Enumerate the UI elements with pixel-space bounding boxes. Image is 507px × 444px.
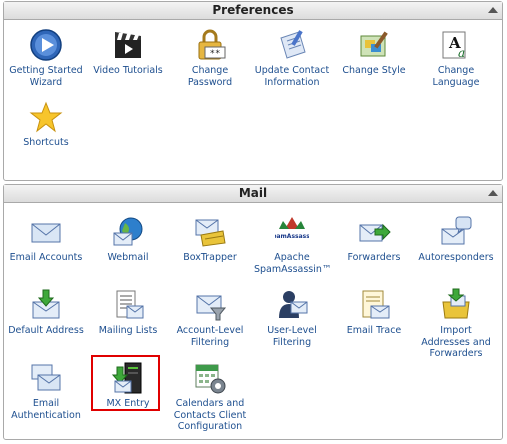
collapse-arrow-icon[interactable] [488, 7, 498, 13]
star-icon [29, 101, 63, 133]
video-tutorials-item[interactable]: Video Tutorials [90, 28, 166, 77]
padlock-password-icon: ** [198, 29, 226, 60]
envelope-reply-icon [441, 216, 472, 245]
autoresponders-item[interactable]: Autoresponders [418, 215, 494, 264]
default-address-item[interactable]: Default Address [8, 288, 84, 337]
preferences-panel: Preferences Getting Started Wizard Video… [3, 1, 503, 181]
email-trace-item[interactable]: Email Trace [336, 288, 412, 337]
envelope-filter-icon [196, 295, 227, 321]
mail-panel: Mail Email Accounts Webmail BoxTrapper a… [3, 184, 503, 440]
calendars-contacts-item[interactable]: Calendars and Contacts Client Configurat… [172, 361, 248, 433]
change-style-item[interactable]: Change Style [336, 28, 412, 77]
svg-text:**: ** [210, 49, 221, 59]
forwarders-item[interactable]: Forwarders [336, 215, 412, 264]
import-box-icon [442, 288, 470, 319]
getting-started-wizard-item[interactable]: Getting Started Wizard [8, 28, 84, 88]
envelope-download-icon [32, 289, 60, 319]
boxtrapper-item[interactable]: BoxTrapper [172, 215, 248, 264]
language-letters-icon: A a [442, 31, 466, 60]
apache-spamassassin-item[interactable]: SpamAssassin Apache SpamAssassin™ [254, 215, 331, 275]
envelope-icon [31, 223, 61, 243]
envelope-trap-icon [195, 219, 226, 247]
webmail-item[interactable]: Webmail [90, 215, 166, 264]
envelope-auth-icon [31, 364, 61, 391]
email-accounts-item[interactable]: Email Accounts [8, 215, 84, 264]
account-level-filtering-item[interactable]: Account-Level Filtering [172, 288, 248, 348]
preferences-title: Preferences [212, 3, 294, 17]
collapse-arrow-icon[interactable] [488, 190, 498, 196]
mail-title: Mail [238, 186, 268, 200]
video-clapper-icon [115, 32, 141, 58]
mail-header[interactable]: Mail [4, 185, 502, 203]
svg-text:a: a [458, 46, 465, 60]
envelope-trace-icon [362, 290, 390, 319]
preferences-header[interactable]: Preferences [4, 2, 502, 20]
calendar-gear-icon [195, 364, 226, 394]
svg-text:SpamAssassin: SpamAssassin [275, 233, 309, 240]
user-level-filtering-item[interactable]: User-Level Filtering [254, 288, 330, 348]
update-contact-information-item[interactable]: Update Contact Information [254, 28, 330, 88]
shortcuts-item[interactable]: Shortcuts [8, 100, 84, 149]
import-addresses-item[interactable]: Import Addresses and Forwarders [418, 288, 494, 360]
spamassassin-logo-icon: SpamAssassin [275, 217, 309, 240]
email-authentication-item[interactable]: Email Authentication [8, 361, 84, 421]
mx-server-icon [111, 362, 142, 394]
mx-entry-item[interactable]: MX Entry [90, 361, 166, 410]
mailing-list-icon [116, 290, 144, 319]
change-password-item[interactable]: ** Change Password [172, 28, 248, 88]
contact-card-icon [280, 30, 306, 59]
user-filter-icon [279, 291, 308, 318]
play-circle-icon [30, 29, 62, 61]
change-language-item[interactable]: A a Change Language [418, 28, 494, 88]
paint-style-icon [360, 31, 388, 57]
mailing-lists-item[interactable]: Mailing Lists [90, 288, 166, 337]
envelope-forward-icon [359, 223, 391, 242]
globe-envelope-icon [113, 217, 143, 246]
